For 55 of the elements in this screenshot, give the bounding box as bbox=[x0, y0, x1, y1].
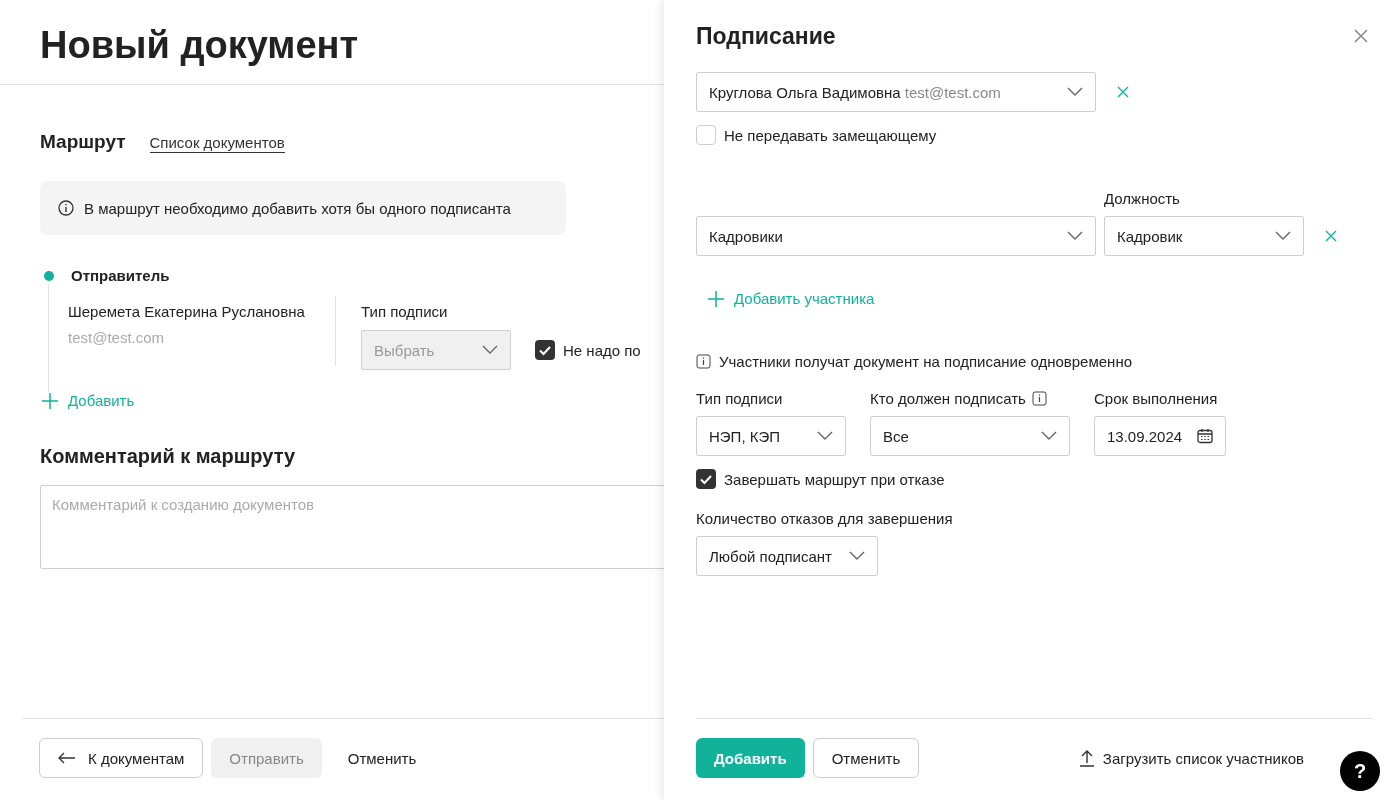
checkbox[interactable] bbox=[696, 125, 716, 145]
participant-email: test@test.com bbox=[904, 83, 1001, 101]
checkbox[interactable] bbox=[696, 469, 716, 489]
chevron-down-icon bbox=[482, 345, 498, 355]
close-icon[interactable] bbox=[1354, 29, 1368, 43]
chevron-down-icon bbox=[849, 551, 865, 561]
field-label: Тип подписи bbox=[361, 303, 449, 320]
field-label: Должность bbox=[1104, 190, 1181, 207]
section-title: Маршрут bbox=[40, 131, 126, 153]
back-button[interactable]: К документам bbox=[39, 738, 204, 778]
group-select[interactable]: Кадровики bbox=[696, 216, 1096, 256]
remove-icon[interactable] bbox=[1325, 230, 1337, 242]
documents-link[interactable]: Список документов bbox=[149, 134, 285, 153]
info-icon bbox=[58, 200, 74, 216]
remove-icon[interactable] bbox=[1117, 86, 1129, 98]
calendar-icon bbox=[1197, 428, 1213, 444]
field-label: Тип подписи bbox=[696, 390, 784, 407]
info-text: Участники получат документ на подписание одновременно bbox=[719, 353, 1133, 370]
upload-icon bbox=[1078, 749, 1095, 767]
step-dot bbox=[44, 270, 54, 281]
checkbox-label: Не передавать замещающему bbox=[724, 126, 937, 144]
arrow-left-icon bbox=[58, 752, 76, 764]
plus-icon bbox=[42, 392, 58, 409]
cancel-button[interactable]: Отменить bbox=[329, 738, 435, 778]
chevron-down-icon bbox=[1067, 87, 1083, 97]
cancel-button[interactable]: Отменить bbox=[812, 738, 920, 778]
checkbox-label: Не надо по bbox=[563, 341, 641, 359]
info-icon bbox=[1031, 391, 1047, 406]
position-select[interactable]: Кадровик bbox=[1104, 216, 1304, 256]
step-title: Отправитель bbox=[71, 267, 170, 284]
participant-select[interactable]: Круглова Ольга Вадимовна test@test.com bbox=[696, 72, 1096, 112]
field-label: Срок выполнения bbox=[1094, 390, 1219, 407]
field-label: Кто должен подписать bbox=[870, 390, 1026, 407]
signature-type-select[interactable]: НЭП, КЭП bbox=[696, 416, 846, 456]
participant-name: Круглова Ольга Вадимовна bbox=[709, 83, 901, 101]
drawer-title: Подписание bbox=[696, 22, 836, 50]
page-title: Новый документ bbox=[40, 24, 360, 68]
chevron-down-icon bbox=[1041, 431, 1057, 441]
upload-link[interactable]: Загрузить список участников bbox=[1078, 749, 1304, 767]
chevron-down-icon bbox=[1275, 231, 1291, 241]
refusals-select[interactable]: Любой подписант bbox=[696, 536, 878, 576]
comment-field[interactable]: Комментарий к созданию документов bbox=[40, 485, 664, 569]
chevron-down-icon bbox=[817, 431, 833, 441]
signer-select[interactable]: Все bbox=[870, 416, 1070, 456]
notice-text: В маршрут необходимо добавить хотя бы одного подписанта bbox=[84, 199, 511, 217]
date-field[interactable]: 13.09.2024 bbox=[1094, 416, 1226, 456]
info-icon bbox=[696, 354, 711, 369]
sender-email: test@test.com bbox=[68, 329, 166, 346]
field-label: Количество отказов для завершения bbox=[696, 510, 954, 527]
checkbox[interactable] bbox=[535, 340, 555, 360]
checkbox-label: Завершать маршрут при отказе bbox=[724, 470, 945, 488]
section-title: Комментарий к маршруту bbox=[40, 445, 297, 468]
plus-icon bbox=[708, 290, 724, 307]
sender-name: Шеремета Екатерина Руслановна bbox=[68, 303, 306, 320]
chevron-down-icon bbox=[1067, 231, 1083, 241]
